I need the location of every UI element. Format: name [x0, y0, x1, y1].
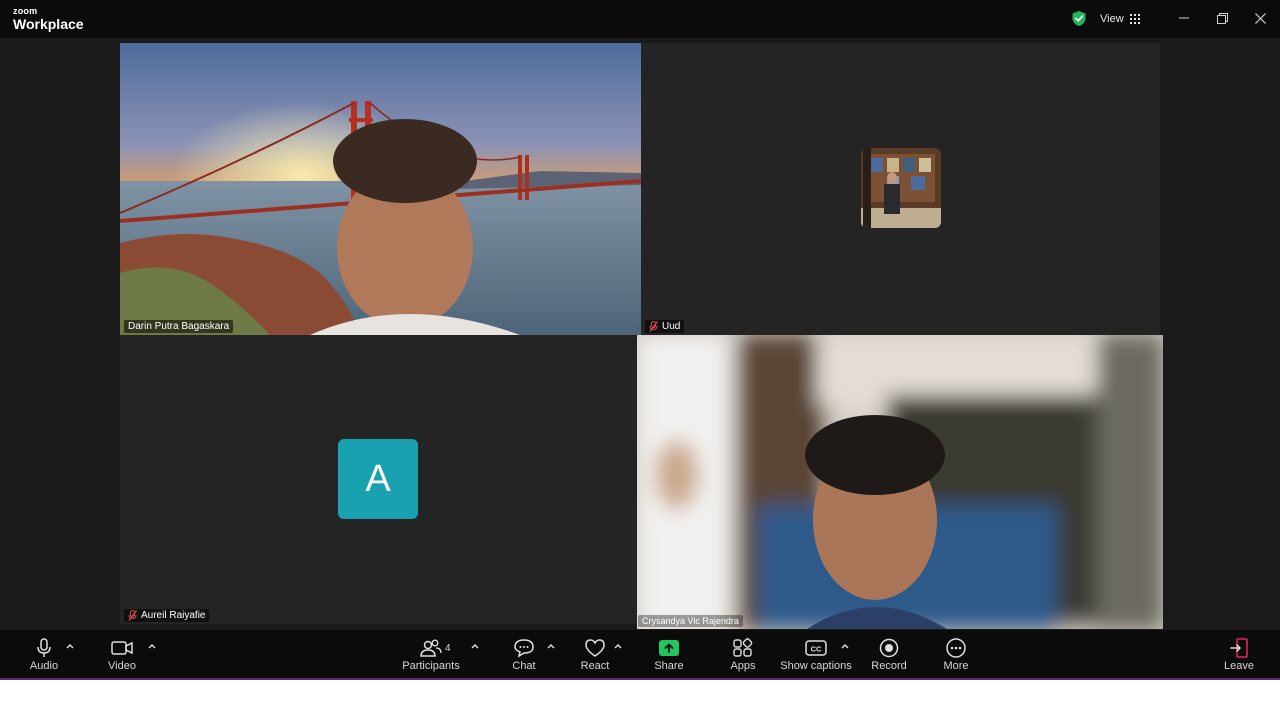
- zoom-workplace-logo: zoom Workplace: [13, 6, 84, 32]
- logo-small-text: zoom: [13, 6, 38, 16]
- participants-count: 4: [445, 643, 451, 654]
- react-button[interactable]: React: [577, 630, 613, 680]
- avatar: A: [338, 439, 418, 519]
- more-button[interactable]: More: [938, 630, 974, 680]
- participant-name: Darin Putra Bagaskara: [128, 321, 230, 332]
- shield-check-icon[interactable]: [1071, 10, 1087, 27]
- participant-name: Uud: [662, 321, 681, 332]
- react-options-chevron-icon[interactable]: [613, 642, 623, 650]
- leave-button[interactable]: Leave: [1222, 630, 1256, 680]
- close-button[interactable]: [1248, 8, 1272, 28]
- video-tile-crysandya[interactable]: Crysandya Vic Rajendra: [637, 335, 1163, 629]
- video-options-chevron-icon[interactable]: [147, 642, 157, 650]
- leave-label: Leave: [1224, 660, 1254, 672]
- share-button[interactable]: Share: [651, 630, 687, 680]
- show-captions-button[interactable]: CC Show captions: [780, 630, 852, 680]
- title-bar: zoom Workplace View: [0, 0, 1280, 38]
- heart-icon: [585, 639, 605, 657]
- record-label: Record: [871, 660, 907, 672]
- grid-view-icon: [1129, 14, 1140, 24]
- video-button[interactable]: Video: [101, 630, 143, 680]
- participant-name-tag: Aureil Raiyafie: [124, 609, 210, 622]
- participant-name-tag: Darin Putra Bagaskara: [124, 320, 234, 333]
- logo-big-text: Workplace: [13, 16, 84, 32]
- audio-label: Audio: [29, 660, 59, 672]
- closed-captions-icon: CC: [805, 640, 827, 656]
- record-button[interactable]: Record: [870, 630, 908, 680]
- apps-icon: [733, 638, 753, 657]
- leave-door-icon: [1230, 638, 1248, 658]
- golden-gate-background-image: [120, 43, 641, 335]
- apps-label: Apps: [730, 660, 756, 672]
- chat-button[interactable]: Chat: [508, 630, 540, 680]
- view-label: View: [1100, 13, 1124, 25]
- more-label: More: [943, 660, 969, 672]
- apps-button[interactable]: Apps: [726, 630, 760, 680]
- share-label: Share: [654, 660, 684, 672]
- participant-name: Crysandya Vic Rajendra: [642, 616, 739, 626]
- share-screen-icon: [659, 640, 679, 656]
- meeting-controls-toolbar: Audio Video Participants 4 Chat React Sh…: [0, 630, 1280, 680]
- chat-bubble-icon: [514, 639, 534, 658]
- video-tile-darin[interactable]: Darin Putra Bagaskara: [120, 43, 641, 335]
- chat-label: Chat: [512, 660, 536, 672]
- restore-button[interactable]: [1210, 8, 1234, 28]
- participants-button[interactable]: Participants: [400, 630, 462, 680]
- close-icon: [1254, 12, 1266, 24]
- audio-button[interactable]: Audio: [24, 630, 64, 680]
- participant-name-tag: Uud: [645, 320, 685, 333]
- captions-options-chevron-icon[interactable]: [840, 642, 850, 650]
- chat-options-chevron-icon[interactable]: [546, 642, 556, 650]
- minimize-button[interactable]: [1172, 8, 1196, 28]
- participants-options-chevron-icon[interactable]: [470, 642, 480, 650]
- profile-picture: [861, 148, 941, 228]
- video-camera-icon: [111, 641, 133, 655]
- show-captions-label: Show captions: [780, 660, 852, 672]
- video-label: Video: [108, 660, 136, 672]
- record-icon: [879, 638, 899, 658]
- mic-muted-icon: [128, 610, 137, 621]
- participants-icon: [420, 639, 442, 657]
- participant-name-tag: Crysandya Vic Rajendra: [638, 615, 743, 627]
- more-dots-icon: [946, 638, 966, 658]
- video-tile-uud[interactable]: Uud: [641, 43, 1160, 335]
- zoom-meeting-window: zoom Workplace View Darin Putra Bagaskar…: [0, 0, 1280, 680]
- minimize-icon: [1179, 17, 1189, 19]
- react-label: React: [580, 660, 610, 672]
- webcam-video-feed: [637, 335, 1163, 629]
- restore-icon: [1216, 12, 1228, 24]
- mic-muted-icon: [649, 321, 658, 332]
- audio-options-chevron-icon[interactable]: [65, 642, 75, 650]
- svg-text:CC: CC: [811, 645, 822, 654]
- video-tile-aureil[interactable]: A Aureil Raiyafie: [120, 335, 637, 624]
- microphone-icon: [37, 638, 51, 657]
- participants-label: Participants: [402, 660, 460, 672]
- participant-name: Aureil Raiyafie: [141, 610, 206, 621]
- view-button[interactable]: View: [1100, 10, 1140, 28]
